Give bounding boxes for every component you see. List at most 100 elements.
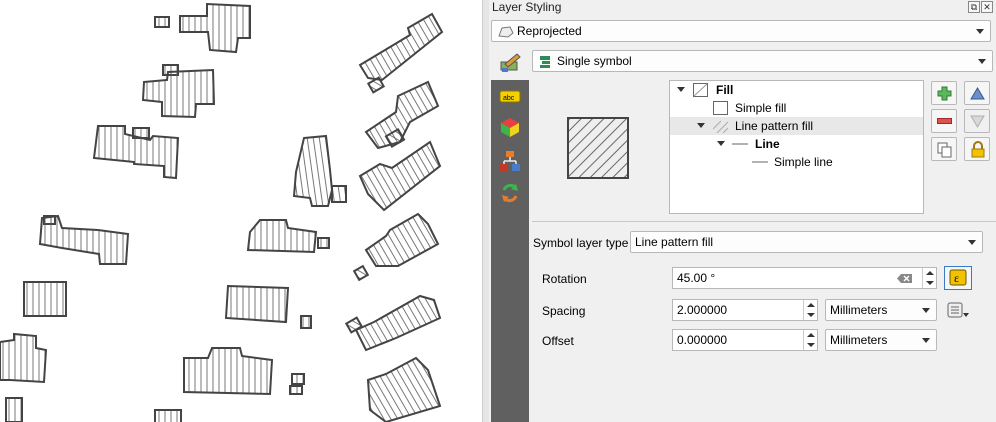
move-up-button[interactable] <box>964 81 990 105</box>
move-down-icon <box>970 115 985 128</box>
building <box>154 409 182 422</box>
close-icon[interactable]: ✕ <box>981 1 993 13</box>
building <box>23 281 67 317</box>
add-icon <box>937 86 952 101</box>
decrement-button[interactable] <box>803 340 817 350</box>
rotation-value: 45.00 ° <box>677 271 716 285</box>
spacing-spinbox[interactable]: 2.000000 <box>672 299 818 321</box>
map-features <box>0 2 444 422</box>
symbology-icon[interactable] <box>499 52 521 74</box>
simple-fill-icon <box>713 101 728 115</box>
building <box>183 347 274 396</box>
increment-button[interactable] <box>803 330 817 340</box>
building <box>358 12 444 82</box>
symbol-preview <box>535 80 665 212</box>
3d-view-icon[interactable] <box>499 116 521 138</box>
polygon-layer-icon <box>498 26 514 38</box>
move-up-icon <box>970 87 985 100</box>
map-canvas[interactable] <box>0 0 482 422</box>
rotation-label: Rotation <box>542 272 587 286</box>
collapse-arrow-icon[interactable] <box>717 141 725 146</box>
rotation-spinbox[interactable]: 45.00 ° <box>672 267 937 289</box>
spacing-value: 2.000000 <box>677 303 728 317</box>
dock-splitter[interactable] <box>482 0 489 422</box>
building <box>289 385 303 395</box>
line-pattern-icon <box>713 120 729 133</box>
layer-combo-value: Reprojected <box>517 24 582 38</box>
separator <box>532 221 996 222</box>
style-sidebar: abc <box>491 80 529 422</box>
increment-button[interactable] <box>922 268 936 278</box>
building <box>246 219 318 254</box>
building <box>292 134 334 207</box>
symbol-layer-type-label: Symbol layer type <box>533 236 629 250</box>
chevron-down-icon <box>978 59 986 64</box>
chevron-down-icon <box>922 308 930 313</box>
collapse-arrow-icon[interactable] <box>677 87 685 92</box>
tree-item-fill[interactable]: Fill <box>670 81 923 99</box>
building <box>364 212 440 267</box>
building <box>141 68 216 119</box>
spacing-unit-value: Millimeters <box>830 303 888 317</box>
renderer-combo[interactable]: Single symbol <box>532 50 993 72</box>
svg-text:ε: ε <box>954 271 959 285</box>
offset-unit-combo[interactable]: Millimeters <box>825 329 937 351</box>
decrement-button[interactable] <box>922 278 936 288</box>
chevron-down-icon <box>968 240 976 245</box>
decrement-button[interactable] <box>803 310 817 320</box>
tree-item-label: Fill <box>716 83 734 97</box>
line-symbol-icon <box>732 143 748 145</box>
lock-button[interactable] <box>964 137 990 161</box>
data-defined-override-button[interactable]: ε <box>944 266 972 290</box>
symbol-layer-type-value: Line pattern fill <box>635 235 714 249</box>
fill-symbol-icon <box>693 83 708 97</box>
layer-styling-panel: Layer Styling ⧉ ✕ Reprojected Single sym… <box>489 0 996 422</box>
offset-label: Offset <box>542 334 574 348</box>
building <box>352 264 370 282</box>
duplicate-symbol-layer-button[interactable] <box>931 137 957 161</box>
simple-line-icon <box>752 161 768 163</box>
tree-item-label: Line <box>755 137 780 151</box>
tree-item-simple-line[interactable]: Simple line <box>670 153 923 171</box>
building <box>331 185 347 203</box>
building <box>154 16 170 28</box>
move-down-button[interactable] <box>964 109 990 133</box>
tree-item-line[interactable]: Line <box>670 135 923 153</box>
renderer-combo-value: Single symbol <box>557 54 632 68</box>
tree-item-label: Simple line <box>774 155 833 169</box>
layer-combo[interactable]: Reprojected <box>491 20 991 42</box>
chevron-down-icon <box>976 29 984 34</box>
collapse-arrow-icon[interactable] <box>697 123 705 128</box>
history-icon[interactable] <box>499 182 521 204</box>
symbol-layer-type-combo[interactable]: Line pattern fill <box>630 231 983 253</box>
float-icon[interactable]: ⧉ <box>968 1 980 13</box>
clear-icon[interactable] <box>897 273 913 284</box>
building <box>354 294 442 352</box>
tree-item-line-pattern-fill[interactable]: Line pattern fill <box>670 117 923 135</box>
unit-options-icon[interactable] <box>947 301 971 319</box>
duplicate-icon <box>937 142 952 158</box>
chevron-down-icon <box>922 338 930 343</box>
lock-icon <box>971 141 985 158</box>
diagrams-icon[interactable] <box>499 150 521 172</box>
tree-item-label: Line pattern fill <box>735 119 814 133</box>
building <box>366 356 442 422</box>
building <box>291 373 305 385</box>
tree-item-label: Simple fill <box>735 101 787 115</box>
building <box>224 284 290 324</box>
panel-title: Layer Styling <box>492 0 562 14</box>
remove-symbol-layer-button[interactable] <box>931 109 957 133</box>
single-symbol-icon <box>540 56 550 68</box>
offset-spinbox[interactable]: 0.000000 <box>672 329 818 351</box>
building <box>0 332 48 384</box>
tree-item-simple-fill[interactable]: Simple fill <box>670 99 923 117</box>
labels-icon[interactable]: abc <box>499 88 521 110</box>
building <box>358 140 442 212</box>
building <box>300 315 312 329</box>
increment-button[interactable] <box>803 300 817 310</box>
spacing-label: Spacing <box>542 304 586 318</box>
building <box>179 2 251 54</box>
add-symbol-layer-button[interactable] <box>931 81 957 105</box>
spacing-unit-combo[interactable]: Millimeters <box>825 299 937 321</box>
building <box>38 214 130 265</box>
